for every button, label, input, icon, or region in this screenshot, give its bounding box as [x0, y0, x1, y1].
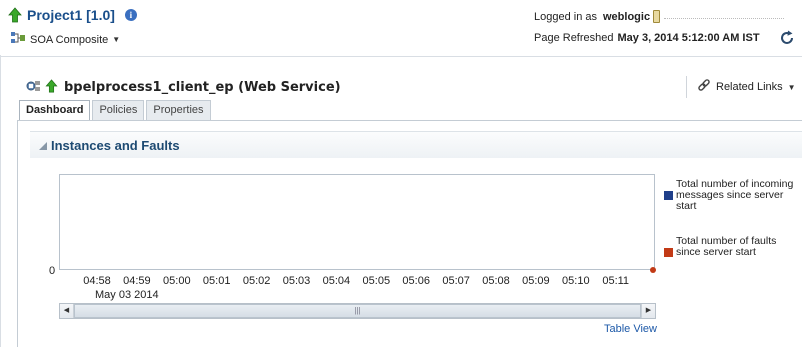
chart-plot-area [59, 174, 655, 270]
chevron-down-icon: ▼ [112, 35, 121, 44]
chevron-down-icon: ▼ [787, 82, 796, 92]
legend-label: Total number of incoming messages since … [676, 178, 794, 212]
region-title: Instances and Faults [51, 137, 180, 153]
x-date-label: May 03 2014 [95, 289, 159, 301]
related-links-label: Related Links [716, 81, 783, 93]
x-tick-label: 05:11 [602, 275, 630, 287]
scroll-right-icon[interactable]: ▶ [641, 304, 655, 318]
scroll-left-icon[interactable]: ◀ [60, 304, 74, 318]
x-tick-label: 05:00 [163, 275, 191, 287]
login-info: Logged in as weblogic [534, 10, 785, 23]
info-icon[interactable]: i [124, 9, 137, 21]
tab-properties[interactable]: Properties [146, 100, 211, 120]
region-header[interactable]: Instances and Faults [30, 132, 802, 158]
page-refreshed-label: Page Refreshed [534, 32, 614, 44]
page-refreshed-value: May 3, 2014 5:12:00 AM IST [617, 32, 760, 44]
x-tick-label: 05:10 [562, 275, 590, 287]
soa-composite-label: SOA Composite [30, 33, 109, 46]
collapse-triangle-icon[interactable] [39, 142, 47, 150]
x-tick-label: 05:03 [282, 275, 311, 287]
status-up-arrow-icon [8, 7, 22, 23]
tab-dashboard[interactable]: Dashboard [19, 100, 91, 120]
y-tick-label: 0 [49, 265, 56, 277]
status-up-arrow-icon [45, 79, 58, 96]
service-title: bpelprocess1_client_ep (Web Service) [64, 80, 341, 95]
web-service-icon [26, 79, 42, 96]
x-tick-label: 04:58 [83, 275, 111, 287]
project-heading: Project1 [1.0] i [8, 7, 137, 23]
x-tick-label: 04:59 [123, 275, 151, 287]
x-tick-label: 05:01 [202, 275, 231, 287]
x-tick-label: 05:02 [242, 275, 271, 287]
related-links-menu[interactable]: Related Links ▼ [686, 76, 802, 98]
composite-icon [10, 31, 26, 48]
x-tick-label: 05:08 [482, 275, 510, 287]
fault-data-point [650, 267, 656, 273]
logged-in-label: Logged in as [534, 10, 597, 23]
link-icon [697, 78, 711, 96]
service-heading: bpelprocess1_client_ep (Web Service) [26, 79, 341, 96]
table-view-link[interactable]: Table View [604, 323, 657, 335]
refresh-icon[interactable] [779, 30, 795, 46]
x-tick-label: 05:05 [362, 275, 391, 287]
x-tick-label: 05:04 [322, 275, 351, 287]
x-tick-label: 05:07 [442, 275, 470, 287]
legend-label: Total number of faults since server star… [676, 235, 777, 258]
tab-policies[interactable]: Policies [92, 100, 145, 120]
page-header: Project1 [1.0] i SOA Composite ▼ Logged … [0, 0, 802, 57]
page-refreshed-info: Page Refreshed May 3, 2014 5:12:00 AM IS… [534, 32, 760, 44]
scroll-thumb[interactable]: ||| [74, 304, 641, 318]
device-icon [653, 10, 661, 23]
legend-swatch [664, 191, 673, 200]
username[interactable]: weblogic [603, 11, 650, 23]
legend-swatch [664, 248, 673, 257]
x-tick-label: 05:09 [522, 275, 550, 287]
x-tick-label: 05:06 [402, 275, 430, 287]
project-title: Project1 [1.0] [27, 7, 115, 23]
left-border [0, 55, 1, 347]
tab-bar: Dashboard Policies Properties [19, 100, 213, 120]
soa-composite-menu[interactable]: SOA Composite ▼ [10, 31, 120, 48]
dotted-divider [664, 17, 785, 19]
chart-horizontal-scrollbar[interactable]: ◀ ||| ▶ [59, 303, 656, 319]
